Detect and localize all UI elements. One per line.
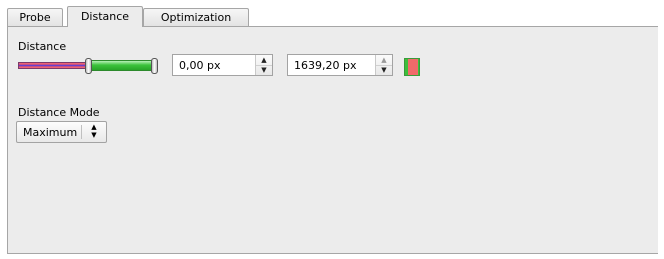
tab-distance[interactable]: Distance	[67, 6, 143, 27]
spin-down-icon[interactable]: ▼	[376, 65, 392, 75]
distance-max-spinbox[interactable]: 1639,20 px ▲ ▼	[287, 54, 393, 76]
slider-track-right	[88, 60, 154, 71]
spin-down-icon[interactable]: ▼	[256, 65, 272, 75]
combo-separator	[81, 125, 82, 139]
distance-min-value[interactable]: 0,00 px	[179, 59, 220, 72]
slider-high-handle[interactable]	[151, 58, 158, 74]
tab-optimization[interactable]: Optimization	[143, 8, 249, 26]
chevron-down-icon: ▼	[91, 131, 97, 139]
distance-mode-select[interactable]: Maximum ▲ ▼	[16, 121, 107, 143]
slider-low-handle[interactable]	[85, 58, 92, 74]
spin-arrows: ▲ ▼	[255, 55, 272, 75]
tab-probe[interactable]: Probe	[7, 8, 63, 26]
status-color-indicator	[404, 58, 420, 76]
distance-max-value[interactable]: 1639,20 px	[294, 59, 356, 72]
slider-track-left	[18, 62, 88, 69]
distance-mode-value: Maximum	[23, 126, 78, 139]
distance-range-slider[interactable]	[18, 58, 158, 74]
distance-mode-label: Distance Mode	[18, 106, 100, 119]
distance-min-spinbox[interactable]: 0,00 px ▲ ▼	[172, 54, 273, 76]
combo-arrows-icon: ▲ ▼	[86, 123, 102, 139]
distance-label: Distance	[18, 40, 67, 53]
spin-arrows: ▲ ▼	[375, 55, 392, 75]
chevron-up-icon: ▲	[91, 123, 97, 131]
